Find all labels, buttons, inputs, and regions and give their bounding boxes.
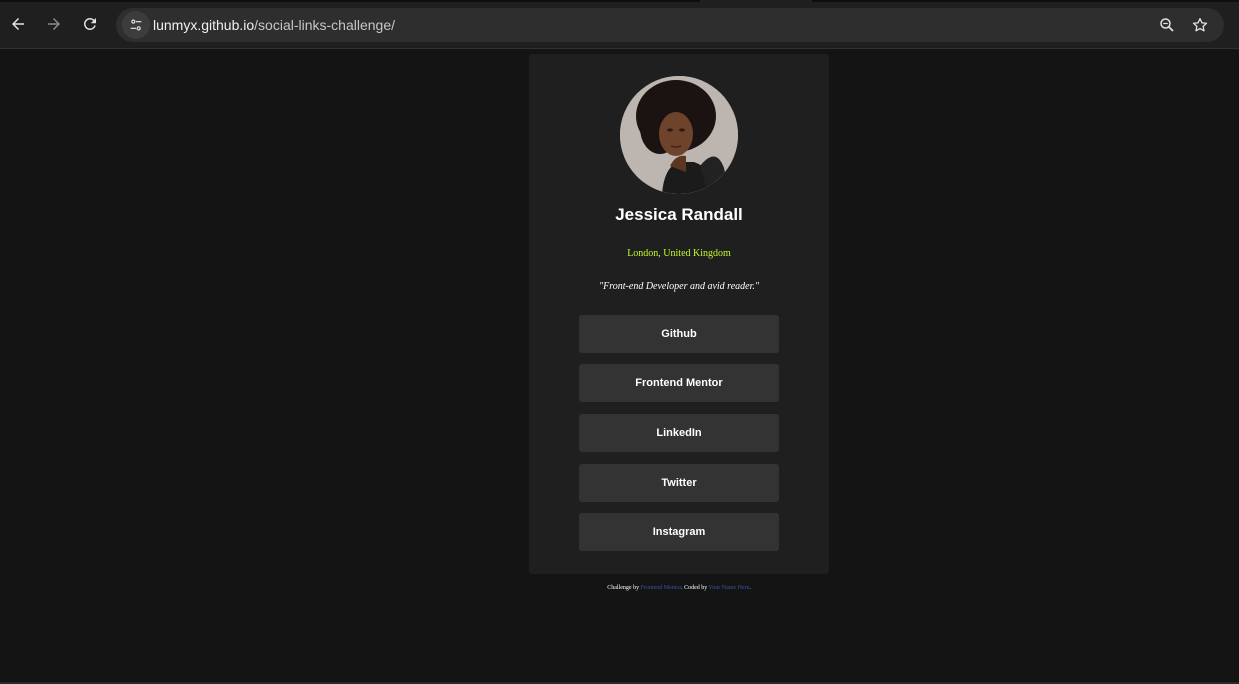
- author-link[interactable]: Your Name Here: [709, 585, 750, 591]
- tab-edge: [0, 0, 700, 2]
- address-bar[interactable]: lunmyx.github.io/social-links-challenge/: [116, 8, 1224, 42]
- avatar: [620, 76, 738, 194]
- profile-card: Jessica Randall London, United Kingdom "…: [529, 54, 829, 574]
- profile-bio: "Front-end Developer and avid reader.": [598, 281, 760, 292]
- frontend-mentor-button[interactable]: Frontend Mentor: [579, 364, 779, 402]
- star-icon: [1192, 17, 1208, 32]
- reload-button[interactable]: [76, 10, 104, 38]
- github-button[interactable]: Github: [579, 315, 779, 353]
- forward-button[interactable]: [40, 10, 68, 38]
- url-text[interactable]: lunmyx.github.io/social-links-challenge/: [153, 17, 395, 33]
- instagram-button[interactable]: Instagram: [579, 513, 779, 551]
- profile-location: London, United Kingdom: [627, 248, 731, 259]
- bookmark-button[interactable]: [1190, 15, 1210, 35]
- arrow-left-icon: [12, 18, 24, 30]
- url-host: lunmyx.github.io: [153, 17, 255, 33]
- tab-strip: [0, 0, 1239, 3]
- url-path: /social-links-challenge/: [254, 17, 396, 33]
- attribution-middle: . Coded by: [681, 585, 709, 591]
- avatar-photo: [620, 76, 738, 194]
- attribution: Challenge by Frontend Mentor. Coded by Y…: [529, 585, 829, 591]
- site-info-button[interactable]: [122, 11, 150, 39]
- tab-edge: [812, 0, 1239, 2]
- linkedin-button[interactable]: LinkedIn: [579, 414, 779, 452]
- twitter-button[interactable]: Twitter: [579, 464, 779, 502]
- tune-icon: [130, 19, 142, 31]
- arrow-right-icon: [48, 18, 60, 30]
- zoom-icon: [1160, 18, 1174, 32]
- back-button[interactable]: [4, 10, 32, 38]
- reload-icon: [83, 17, 96, 30]
- attribution-suffix: .: [749, 585, 751, 591]
- profile-name: Jessica Randall: [615, 205, 743, 224]
- browser-toolbar: lunmyx.github.io/social-links-challenge/: [0, 0, 1239, 49]
- zoom-button[interactable]: [1157, 15, 1177, 35]
- attribution-prefix: Challenge by: [607, 585, 641, 591]
- frontend-mentor-link[interactable]: Frontend Mentor: [641, 585, 682, 591]
